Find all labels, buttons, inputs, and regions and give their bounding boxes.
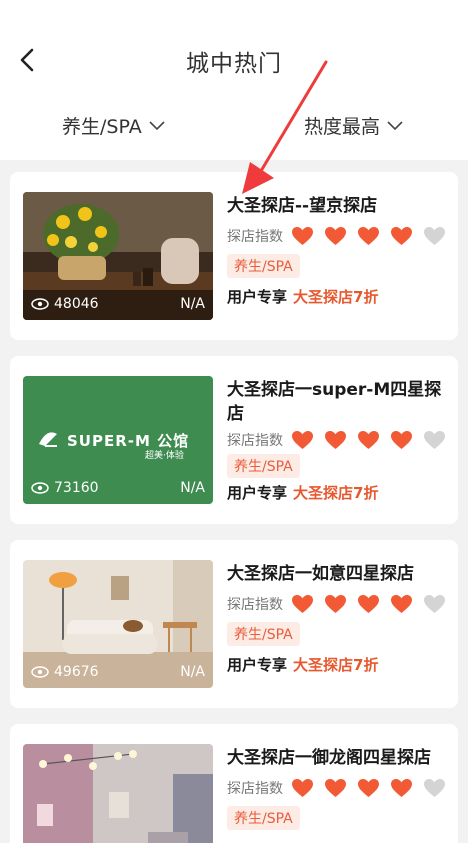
heart-filled-icon <box>391 227 412 245</box>
page-title: 城中热门 <box>186 51 282 77</box>
rating-hearts <box>291 226 446 246</box>
store-card[interactable]: 大圣探店一御龙阁四星探店 探店指数 养生/SPA <box>10 724 458 843</box>
eye-icon <box>31 666 49 678</box>
distance-label: N/A <box>180 296 205 312</box>
rating-label: 探店指数 <box>227 229 283 245</box>
sort-filter[interactable]: 热度最高 <box>304 112 404 139</box>
store-card[interactable]: 48046 N/A 大圣探店--望京探店 探店指数 养生/SPA 用户专享 大圣探… <box>10 172 458 340</box>
heart-empty-icon <box>424 227 445 245</box>
view-count: 49676 <box>31 664 99 680</box>
rating-label: 探店指数 <box>227 597 283 613</box>
promo-label: 用户专享 <box>227 656 288 674</box>
heart-filled-icon <box>325 227 346 245</box>
rating-label: 探店指数 <box>227 433 283 449</box>
heart-filled-icon <box>391 595 412 613</box>
heart-filled-icon <box>292 227 313 245</box>
chevron-down-icon <box>387 120 403 130</box>
heart-filled-icon <box>358 595 379 613</box>
category-tag: 养生/SPA <box>227 806 300 830</box>
category-tag: 养生/SPA <box>227 254 300 278</box>
store-thumbnail: 48046 N/A <box>23 192 213 320</box>
chandelier-room-image <box>23 744 213 843</box>
view-count-value: 73160 <box>54 480 99 496</box>
promo-line: 用户专享 大圣探店7折 <box>227 482 452 503</box>
rating-hearts <box>291 778 446 798</box>
heart-filled-icon <box>325 779 346 797</box>
store-name: 大圣探店一super-M四星探店 <box>227 380 442 424</box>
chevron-down-icon <box>149 120 165 130</box>
heart-filled-icon <box>358 431 379 449</box>
header: 城中热门 养生/SPA 热度最高 <box>0 0 468 160</box>
view-count-value: 49676 <box>54 664 99 680</box>
heart-filled-icon <box>292 595 313 613</box>
rating-row: 探店指数 <box>227 430 452 450</box>
promo-label: 用户专享 <box>227 484 288 502</box>
eye-icon <box>31 298 49 310</box>
eye-icon <box>31 482 49 494</box>
promo-label: 用户专享 <box>227 288 288 306</box>
heart-filled-icon <box>292 779 313 797</box>
view-count: 48046 <box>31 296 99 312</box>
promo-value: 大圣探店7折 <box>293 656 379 674</box>
heart-filled-icon <box>325 431 346 449</box>
rating-row: 探店指数 <box>227 226 452 246</box>
distance-label: N/A <box>180 480 205 496</box>
promo-line: 用户专享 大圣探店7折 <box>227 654 452 675</box>
store-card[interactable]: 49676 N/A 大圣探店一如意四星探店 探店指数 养生/SPA 用户专享 大圣… <box>10 540 458 708</box>
distance-label: N/A <box>180 664 205 680</box>
rating-row: 探店指数 <box>227 778 452 798</box>
rating-label: 探店指数 <box>227 781 283 797</box>
heart-empty-icon <box>424 779 445 797</box>
store-name: 大圣探店一御龙阁四星探店 <box>227 748 431 768</box>
heart-filled-icon <box>391 779 412 797</box>
heart-filled-icon <box>292 431 313 449</box>
sort-filter-label: 热度最高 <box>304 116 381 138</box>
store-thumbnail: 49676 N/A <box>23 560 213 688</box>
heart-empty-icon <box>424 595 445 613</box>
heart-filled-icon <box>358 779 379 797</box>
heart-filled-icon <box>391 431 412 449</box>
rating-row: 探店指数 <box>227 594 452 614</box>
category-filter-label: 养生/SPA <box>62 116 142 138</box>
category-filter[interactable]: 养生/SPA <box>62 112 166 139</box>
rating-hearts <box>291 430 446 450</box>
store-name: 大圣探店一如意四星探店 <box>227 564 414 584</box>
category-tag: 养生/SPA <box>227 454 300 478</box>
store-name: 大圣探店--望京探店 <box>227 196 378 216</box>
view-count: 73160 <box>31 480 99 496</box>
store-thumbnail <box>23 744 213 843</box>
rating-hearts <box>291 594 446 614</box>
heart-filled-icon <box>358 227 379 245</box>
view-count-value: 48046 <box>54 296 99 312</box>
promo-value: 大圣探店7折 <box>293 484 379 502</box>
heart-filled-icon <box>325 595 346 613</box>
category-tag: 养生/SPA <box>227 622 300 646</box>
store-card[interactable]: SUPER-M 公馆 超美·体验 73160 N/A 大圣探店一super-M四… <box>10 356 458 524</box>
store-thumbnail: SUPER-M 公馆 超美·体验 73160 N/A <box>23 376 213 504</box>
promo-value: 大圣探店7折 <box>293 288 379 306</box>
promo-line: 用户专享 大圣探店7折 <box>227 286 452 307</box>
super-m-logo-subtitle: 超美·体验 <box>145 451 184 461</box>
heart-empty-icon <box>424 431 445 449</box>
